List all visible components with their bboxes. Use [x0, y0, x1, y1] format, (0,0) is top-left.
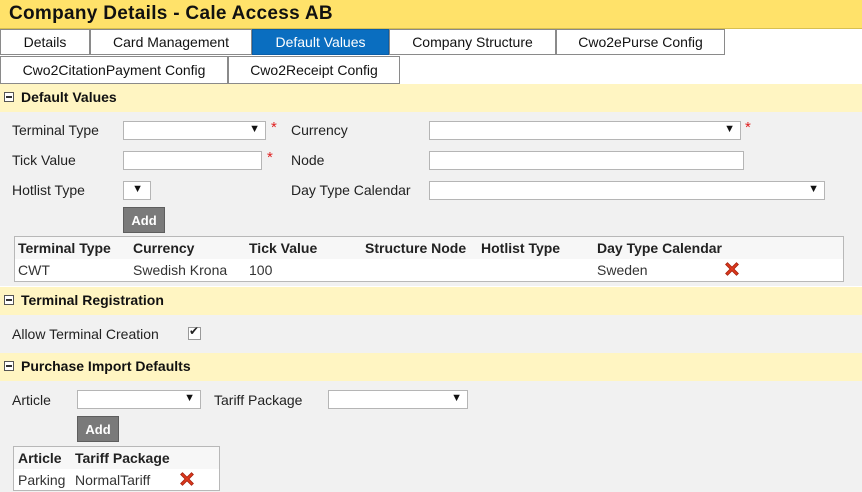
dropdown-arrow-icon: ▼ [132, 183, 143, 195]
terminal-registration-section-header[interactable]: Terminal Registration [0, 287, 862, 315]
allow-terminal-creation-checkbox[interactable] [188, 324, 201, 340]
tab-cwo2citationpayment-config[interactable]: Cwo2CitationPayment Config [0, 56, 228, 84]
collapse-icon[interactable] [4, 361, 14, 371]
add-purchase-default-button[interactable]: Add [77, 416, 119, 442]
window-title-bar: Company Details - Cale Access AB [0, 0, 862, 29]
column-header: Currency [133, 240, 195, 256]
tab-cwo2epurse-config[interactable]: Cwo2ePurse Config [556, 29, 725, 55]
column-header: Structure Node [365, 240, 467, 256]
dropdown-arrow-icon: ▼ [808, 183, 819, 195]
column-header: Article [18, 450, 62, 466]
purchase-import-grid: Article Tariff Package Parking NormalTar… [13, 446, 220, 491]
tab-cwo2receipt-config[interactable]: Cwo2Receipt Config [228, 56, 400, 84]
cell-day-type-calendar: Sweden [597, 262, 648, 278]
terminal-registration-body: Allow Terminal Creation [0, 315, 862, 353]
node-input[interactable] [429, 151, 744, 170]
allow-terminal-creation-label: Allow Terminal Creation [12, 326, 159, 342]
dropdown-arrow-icon: ▼ [724, 123, 735, 135]
delete-x-icon[interactable] [178, 470, 196, 488]
cell-currency: Swedish Krona [133, 262, 228, 278]
node-label: Node [291, 152, 325, 168]
terminal-type-label: Terminal Type [12, 122, 99, 138]
cell-tick-value: 100 [249, 262, 273, 278]
column-header: Terminal Type [18, 240, 111, 256]
default-values-body: Terminal Type ▼ * Currency ▼ * Tick Valu… [0, 112, 862, 286]
required-marker: * [271, 119, 277, 136]
column-header: Hotlist Type [481, 240, 561, 256]
required-marker: * [745, 119, 751, 136]
tab-company-structure[interactable]: Company Structure [389, 29, 556, 55]
dropdown-arrow-icon: ▼ [184, 392, 195, 404]
day-type-calendar-select[interactable]: ▼ [429, 181, 825, 200]
tariff-package-select[interactable]: ▼ [328, 390, 468, 409]
currency-label: Currency [291, 122, 348, 138]
currency-select[interactable]: ▼ [429, 121, 741, 140]
tariff-package-label: Tariff Package [214, 392, 303, 408]
cell-tariff-package: NormalTariff [75, 472, 151, 488]
required-marker: * [267, 149, 273, 166]
dropdown-arrow-icon: ▼ [249, 123, 260, 135]
default-values-grid: Terminal Type Currency Tick Value Struct… [14, 236, 844, 282]
terminal-registration-heading: Terminal Registration [21, 292, 164, 308]
tick-value-label: Tick Value [12, 152, 76, 168]
tab-details[interactable]: Details [0, 29, 90, 55]
column-header: Tariff Package [75, 450, 170, 466]
terminal-type-select[interactable]: ▼ [123, 121, 266, 140]
default-values-heading: Default Values [21, 89, 117, 105]
collapse-icon[interactable] [4, 295, 14, 305]
column-header: Tick Value [249, 240, 318, 256]
article-select[interactable]: ▼ [77, 390, 201, 409]
purchase-import-heading: Purchase Import Defaults [21, 358, 191, 374]
hotlist-type-select[interactable]: ▼ [123, 181, 151, 200]
hotlist-type-label: Hotlist Type [12, 182, 85, 198]
default-values-section-header[interactable]: Default Values [0, 84, 862, 112]
tab-default-values[interactable]: Default Values [252, 29, 389, 55]
cell-article: Parking [18, 472, 66, 488]
tab-card-management[interactable]: Card Management [90, 29, 252, 55]
tick-value-input[interactable] [123, 151, 262, 170]
purchase-import-section-header[interactable]: Purchase Import Defaults [0, 353, 862, 381]
delete-x-icon[interactable] [723, 260, 741, 278]
column-header: Day Type Calendar [597, 240, 723, 256]
dropdown-arrow-icon: ▼ [451, 392, 462, 404]
window-title: Company Details - Cale Access AB [9, 3, 333, 24]
collapse-icon[interactable] [4, 92, 14, 102]
cell-terminal-type: CWT [18, 262, 50, 278]
article-label: Article [12, 392, 51, 408]
day-type-calendar-label: Day Type Calendar [291, 182, 411, 198]
purchase-import-body: Article ▼ Tariff Package ▼ Add Article T… [0, 381, 862, 492]
add-default-value-button[interactable]: Add [123, 207, 165, 233]
